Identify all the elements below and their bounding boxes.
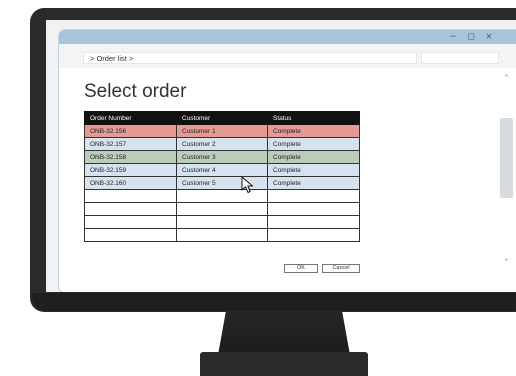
scrollbar[interactable]: ˄ ˅ xyxy=(497,68,516,292)
monitor-base xyxy=(200,352,368,376)
empty-table-row xyxy=(84,228,360,242)
table-row[interactable]: ONB-32.160 Customer 5 Complete xyxy=(84,176,360,190)
search-input[interactable] xyxy=(421,52,499,64)
customer-cell: Customer 1 xyxy=(176,124,268,138)
column-header-customer[interactable]: Customer xyxy=(176,111,268,125)
order-number-cell: ONB-32.160 xyxy=(84,176,177,190)
minimize-icon[interactable]: − xyxy=(446,30,460,44)
status-cell: Complete xyxy=(267,137,360,151)
status-cell: Complete xyxy=(267,176,360,190)
monitor-chin xyxy=(32,293,516,311)
close-icon[interactable]: × xyxy=(482,30,496,44)
scrollbar-thumb[interactable] xyxy=(500,118,513,198)
customer-cell: Customer 3 xyxy=(176,150,268,164)
status-cell: Complete xyxy=(267,124,360,138)
breadcrumb[interactable]: > Order list > xyxy=(83,52,417,64)
mouse-pointer-icon xyxy=(241,176,253,193)
order-number-cell: ONB-32.156 xyxy=(84,124,177,138)
table-row[interactable]: ONB-32.159 Customer 4 Complete xyxy=(84,163,360,177)
customer-cell: Customer 4 xyxy=(176,163,268,177)
empty-cell xyxy=(176,202,268,216)
scene: − ◻ × > Order list > Select order Order … xyxy=(0,0,516,376)
empty-cell xyxy=(176,228,268,242)
empty-cell xyxy=(267,215,360,229)
empty-cell xyxy=(176,215,268,229)
ok-button[interactable]: OK xyxy=(284,264,318,273)
order-number-cell: ONB-32.157 xyxy=(84,137,177,151)
cancel-button[interactable]: Cancel xyxy=(322,264,360,273)
order-number-cell: ONB-32.159 xyxy=(84,163,177,177)
empty-cell xyxy=(267,189,360,203)
status-cell: Complete xyxy=(267,163,360,177)
table-header-row: Order Number Customer Status xyxy=(84,111,360,125)
status-cell: Complete xyxy=(267,150,360,164)
table-row[interactable]: ONB-32.157 Customer 2 Complete xyxy=(84,137,360,151)
empty-cell xyxy=(84,228,177,242)
column-header-order-number[interactable]: Order Number xyxy=(84,111,177,125)
column-header-status[interactable]: Status xyxy=(267,111,360,125)
table-row[interactable]: ONB-32.158 Customer 3 Complete xyxy=(84,150,360,164)
empty-cell xyxy=(267,228,360,242)
page-title: Select order xyxy=(84,81,187,102)
scroll-up-icon[interactable]: ˄ xyxy=(497,74,516,84)
orders-table: Order Number Customer Status ONB-32.156 … xyxy=(84,111,360,242)
empty-table-row xyxy=(84,202,360,216)
address-bar: > Order list > xyxy=(59,44,516,68)
table-row[interactable]: ONB-32.156 Customer 1 Complete xyxy=(84,124,360,138)
title-bar: − ◻ × xyxy=(59,30,516,44)
empty-cell xyxy=(84,202,177,216)
empty-table-row xyxy=(84,189,360,203)
customer-cell: Customer 2 xyxy=(176,137,268,151)
app-window: − ◻ × > Order list > Select order Order … xyxy=(59,30,516,292)
empty-cell xyxy=(84,215,177,229)
empty-cell xyxy=(267,202,360,216)
maximize-icon[interactable]: ◻ xyxy=(464,30,478,44)
empty-cell xyxy=(84,189,177,203)
monitor-screen: − ◻ × > Order list > Select order Order … xyxy=(46,20,516,292)
empty-table-row xyxy=(84,215,360,229)
scroll-down-icon[interactable]: ˅ xyxy=(497,258,516,268)
monitor-stand xyxy=(218,311,350,355)
order-number-cell: ONB-32.158 xyxy=(84,150,177,164)
